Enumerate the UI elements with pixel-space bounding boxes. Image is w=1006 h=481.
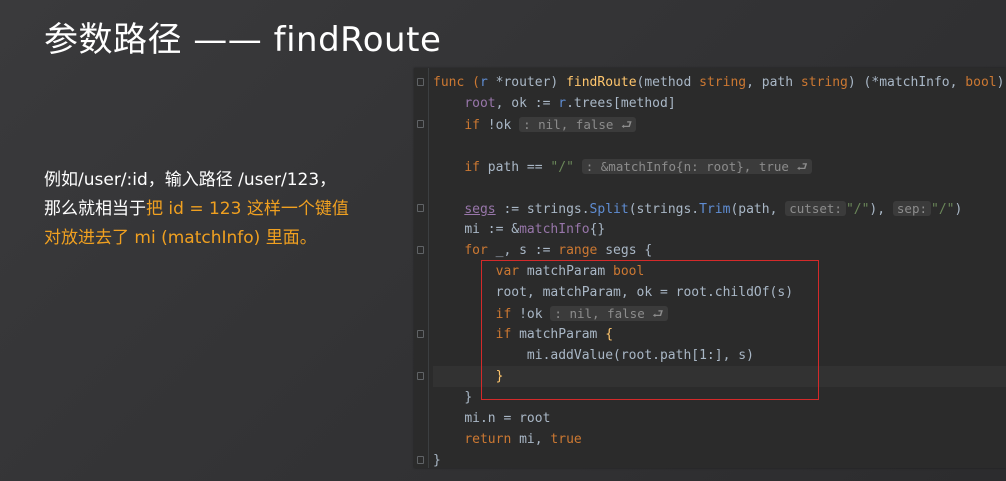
code-line: segs := strings.Split(strings.Trim(path,… xyxy=(433,198,1006,219)
code-token: (path, xyxy=(730,202,786,217)
code-token: ) (*matchInfo, xyxy=(847,75,966,90)
code-line-current: } xyxy=(433,366,1006,387)
code-line: if !ok : nil, false ⮐ xyxy=(433,114,1006,135)
code-token: , path xyxy=(746,75,801,90)
code-line: var matchParam bool xyxy=(433,261,1006,282)
code-token: string xyxy=(800,75,848,90)
code-token: segs xyxy=(464,202,496,217)
description-line-1: 例如/user/:id，输入路径 /user/123， xyxy=(44,170,337,190)
inlay-hint: sep: xyxy=(892,201,932,216)
code-token: mi.addValue(root.path[1:], s) xyxy=(526,348,754,363)
fold-marker-icon[interactable] xyxy=(417,456,424,464)
description: 例如/user/:id，输入路径 /user/123， 那么就相当于把 id =… xyxy=(44,166,404,253)
code-token: matchParam xyxy=(519,264,614,279)
code-token: var xyxy=(495,264,520,279)
code-token: } xyxy=(464,390,473,405)
code-token: mi := & xyxy=(464,222,520,237)
inlay-hint: : &matchInfo{n: root}, true ⮐ xyxy=(581,159,812,174)
fold-marker-icon[interactable] xyxy=(417,246,424,254)
code-token: if xyxy=(495,307,512,322)
description-text: 那么就相当于 xyxy=(44,199,146,219)
code-line: mi := &matchInfo{} xyxy=(433,219,1006,240)
code-line: mi.addValue(root.path[1:], s) xyxy=(433,345,1006,366)
code-token: for xyxy=(464,243,488,258)
code-token: matchParam xyxy=(511,327,606,342)
code-token: if xyxy=(464,118,480,133)
code-token: Trim xyxy=(699,202,731,217)
inlay-hint: cutset: xyxy=(785,201,846,216)
code-token: r xyxy=(479,75,488,90)
code-area[interactable]: func (r *router) findRoute(method string… xyxy=(433,72,1006,468)
code-token: := strings. xyxy=(495,202,590,217)
code-token: root, matchParam, ok = root.childOf(s) xyxy=(495,285,794,300)
code-line: mi.n = root xyxy=(433,408,1006,429)
code-token: if xyxy=(464,160,480,175)
code-token: return xyxy=(464,432,512,447)
page-title: 参数路径 —— findRoute xyxy=(44,20,442,60)
code-token: Split xyxy=(589,202,629,217)
code-token: r xyxy=(558,96,567,111)
code-token: string xyxy=(699,75,747,90)
code-token: !ok xyxy=(479,118,520,133)
code-line: if matchParam { xyxy=(433,324,1006,345)
fold-marker-icon[interactable] xyxy=(417,78,424,86)
code-token: { xyxy=(605,327,614,342)
code-token: range xyxy=(558,243,598,258)
fold-marker-icon[interactable] xyxy=(417,372,424,380)
code-token: ), xyxy=(869,202,893,217)
code-line: if !ok : nil, false ⮐ xyxy=(433,303,1006,324)
code-token: segs { xyxy=(597,243,653,258)
code-token: bool xyxy=(965,75,997,90)
code-token: func ( xyxy=(433,75,480,90)
code-token: } xyxy=(495,369,504,384)
code-token: (method xyxy=(636,75,700,90)
inlay-hint: : nil, false ⮐ xyxy=(550,306,668,321)
code-token: path == xyxy=(479,160,551,175)
code-token: *router) xyxy=(487,75,567,90)
editor-gutter xyxy=(414,68,429,468)
code-token: "/" xyxy=(931,202,955,217)
code-line: root, ok := r.trees[method] xyxy=(433,93,1006,114)
code-token: root xyxy=(464,96,496,111)
fold-marker-icon[interactable] xyxy=(417,330,424,338)
fold-marker-icon[interactable] xyxy=(417,120,424,128)
code-token: "/" xyxy=(550,160,574,175)
code-line: for _, s := range segs { xyxy=(433,240,1006,261)
code-token: bool xyxy=(613,264,645,279)
description-line-3: 对放进去了 mi (matchInfo) 里面。 xyxy=(44,228,317,248)
code-line: func (r *router) findRoute(method string… xyxy=(433,72,1006,93)
code-token: } xyxy=(433,453,441,468)
code-line: } xyxy=(433,450,1006,468)
code-token: {} xyxy=(589,222,606,237)
code-token: ) xyxy=(996,75,1005,90)
code-token: .trees[method] xyxy=(566,96,676,111)
code-token: findRoute xyxy=(566,75,637,90)
fold-marker-icon[interactable] xyxy=(417,204,424,212)
code-token: "/" xyxy=(845,202,870,217)
code-token: (strings. xyxy=(628,202,700,217)
code-token: matchInfo xyxy=(519,222,590,237)
inlay-hint: : nil, false ⮐ xyxy=(519,117,637,132)
code-token: , ok := xyxy=(495,96,559,111)
description-line-2: 那么就相当于把 id = 123 这样一个键值 xyxy=(44,195,404,224)
code-line: if path == "/" : &matchInfo{n: root}, tr… xyxy=(433,156,1006,177)
code-token: !ok xyxy=(511,307,551,322)
code-token: true xyxy=(550,432,582,447)
code-token: mi, xyxy=(511,432,551,447)
code-token: if xyxy=(495,327,512,342)
code-editor[interactable]: func (r *router) findRoute(method string… xyxy=(414,68,1006,468)
code-token: ) xyxy=(954,202,963,217)
code-token: mi.n = root xyxy=(464,411,551,426)
code-line: return mi, true xyxy=(433,429,1006,450)
code-token: _, s := xyxy=(487,243,559,258)
code-line: root, matchParam, ok = root.childOf(s) xyxy=(433,282,1006,303)
code-line: } xyxy=(433,387,1006,408)
highlighted-text: 把 id = 123 这样一个键值 xyxy=(146,199,349,219)
